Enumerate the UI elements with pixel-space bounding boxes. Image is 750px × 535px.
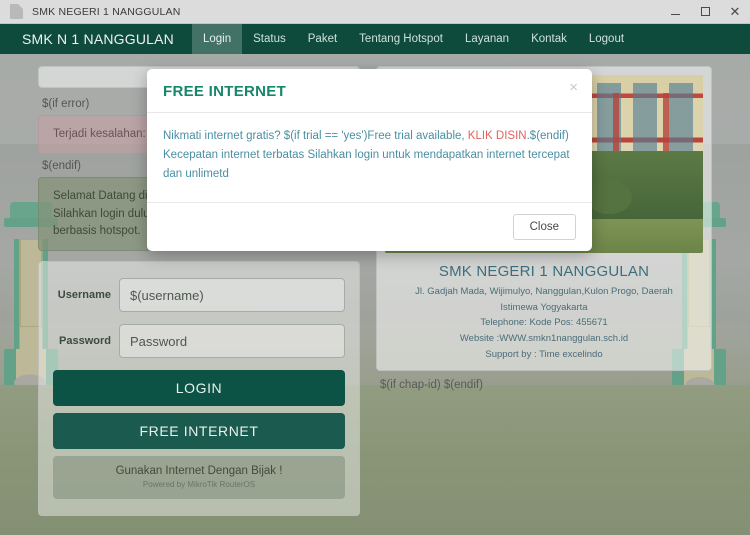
window-controls: ✕ [660, 0, 750, 23]
maximize-button[interactable] [690, 0, 720, 24]
window-titlebar: SMK NEGERI 1 NANGGULAN ✕ [0, 0, 750, 24]
close-icon: ✕ [729, 4, 741, 19]
modal-close-button[interactable]: Close [512, 213, 576, 240]
page-favicon-icon [10, 4, 23, 19]
close-window-button[interactable]: ✕ [720, 0, 750, 24]
modal-title: FREE INTERNET [163, 83, 287, 100]
browser-window: SMK NEGERI 1 NANGGULAN ✕ SMK N 1 NANGGUL… [0, 0, 750, 535]
free-internet-modal: FREE INTERNET × Nikmati internet gratis?… [147, 69, 592, 251]
modal-close-icon[interactable]: × [569, 80, 578, 95]
minimize-button[interactable] [660, 0, 690, 24]
modal-body: Nikmati internet gratis? $(if trial == '… [147, 113, 592, 202]
modal-body-link[interactable]: KLIK DISIN [468, 130, 527, 142]
modal-header: FREE INTERNET × [147, 69, 592, 113]
modal-body-part1: Nikmati internet gratis? $(if trial == '… [163, 130, 468, 142]
page-viewport: SMK N 1 NANGGULAN Login Status Paket Ten… [0, 24, 750, 535]
window-title: SMK NEGERI 1 NANGGULAN [32, 5, 181, 18]
modal-footer: Close [147, 201, 592, 251]
